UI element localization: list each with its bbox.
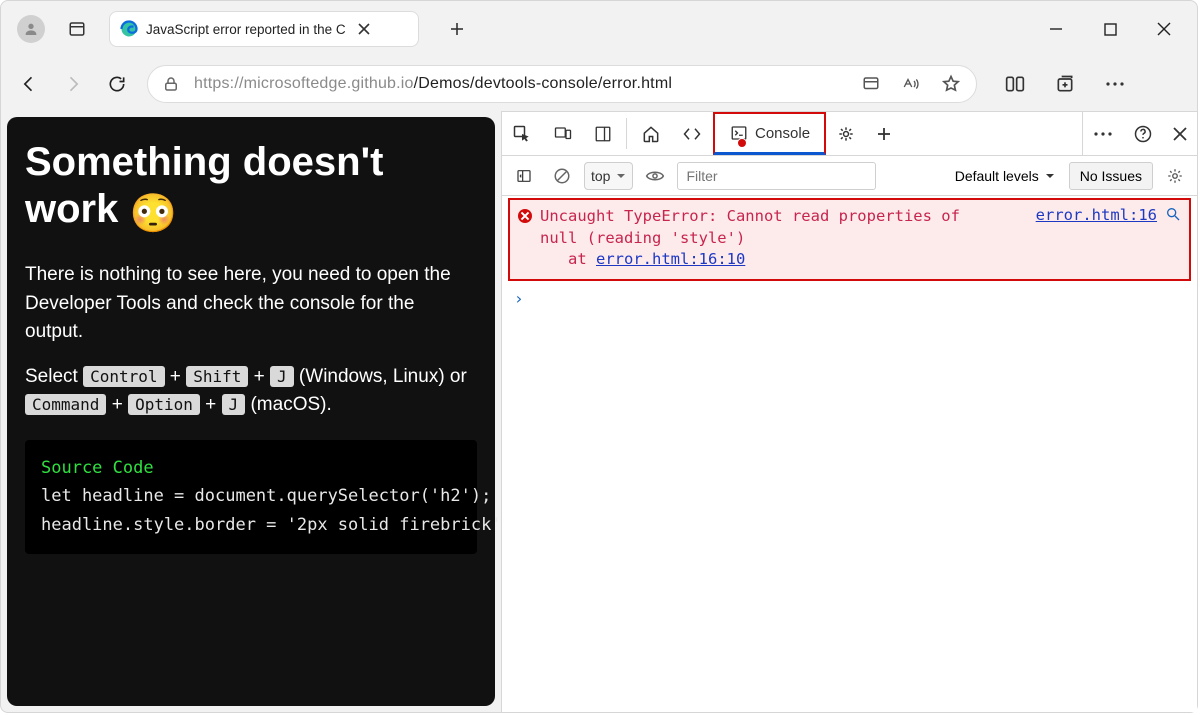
- devtools-close-icon[interactable]: [1163, 127, 1197, 141]
- browser-window: JavaScript error reported in the C https…: [0, 0, 1198, 713]
- kbd-command: Command: [25, 394, 106, 415]
- error-icon: [518, 209, 532, 223]
- clear-console-icon[interactable]: [546, 162, 578, 190]
- sources-tab-icon[interactable]: [826, 112, 866, 155]
- devtools-tabbar: Console: [502, 112, 1197, 156]
- welcome-tab-icon[interactable]: [631, 112, 671, 155]
- tab-actions-icon[interactable]: [55, 7, 99, 51]
- window-controls: [1029, 7, 1191, 51]
- edge-browser-icon: [120, 20, 138, 38]
- console-error-entry[interactable]: Uncaught TypeError: Cannot read properti…: [508, 198, 1191, 281]
- forward-button: [51, 62, 95, 106]
- filter-input[interactable]: [677, 162, 876, 190]
- kbd-j-2: J: [222, 394, 246, 415]
- minimize-button[interactable]: [1029, 7, 1083, 51]
- console-output: Uncaught TypeError: Cannot read properti…: [502, 196, 1197, 712]
- devtools-menu-icon[interactable]: [1083, 131, 1123, 137]
- browser-tab[interactable]: JavaScript error reported in the C: [109, 11, 419, 47]
- console-error-badge: [737, 138, 747, 148]
- source-code-header: Source Code: [41, 454, 461, 483]
- chevron-down-icon: [616, 171, 626, 181]
- favorite-icon[interactable]: [940, 73, 962, 95]
- log-levels-select[interactable]: Default levels: [947, 168, 1063, 184]
- new-tab-button[interactable]: [439, 11, 475, 47]
- error-message: Uncaught TypeError: Cannot read properti…: [540, 206, 1028, 271]
- navbar: https://microsoftedge.github.io/Demos/de…: [1, 57, 1197, 111]
- url-text: https://microsoftedge.github.io/Demos/de…: [194, 75, 672, 93]
- refresh-button[interactable]: [95, 62, 139, 106]
- dock-side-icon[interactable]: [584, 112, 622, 155]
- search-icon[interactable]: [1165, 206, 1181, 222]
- page-card: Something doesn't work 😳 There is nothin…: [7, 117, 495, 706]
- console-prompt[interactable]: ›: [502, 281, 1197, 316]
- kbd-option: Option: [128, 394, 200, 415]
- issues-button[interactable]: No Issues: [1069, 162, 1153, 190]
- back-button[interactable]: [7, 62, 51, 106]
- page-paragraph-2: Select Control + Shift + J (Windows, Lin…: [25, 363, 477, 420]
- toggle-sidebar-icon[interactable]: [508, 162, 540, 190]
- webpage: Something doesn't work 😳 There is nothin…: [1, 111, 501, 712]
- page-paragraph-1: There is nothing to see here, you need t…: [25, 261, 477, 347]
- devtools-panel: Console top: [501, 111, 1197, 712]
- source-code-line: headline.style.border = '2px solid fireb…: [41, 511, 461, 540]
- emoji-flushed: 😳: [129, 193, 176, 235]
- tab-title: JavaScript error reported in the C: [146, 22, 346, 37]
- window-close-button[interactable]: [1137, 7, 1191, 51]
- collections-icon[interactable]: [1043, 62, 1087, 106]
- profile-avatar[interactable]: [17, 15, 45, 43]
- console-settings-icon[interactable]: [1159, 162, 1191, 190]
- kbd-shift: Shift: [186, 366, 248, 387]
- address-bar[interactable]: https://microsoftedge.github.io/Demos/de…: [147, 65, 977, 103]
- live-expression-icon[interactable]: [639, 162, 671, 190]
- source-code-block: Source Code let headline = document.quer…: [25, 440, 477, 555]
- device-toggle-icon[interactable]: [542, 112, 584, 155]
- read-aloud-icon[interactable]: [900, 73, 922, 95]
- page-title: Something doesn't work 😳: [25, 139, 477, 237]
- lock-icon: [162, 75, 180, 93]
- help-icon[interactable]: [1123, 124, 1163, 144]
- log-levels-label: Default levels: [955, 168, 1039, 184]
- inspect-element-icon[interactable]: [502, 112, 542, 155]
- console-toolbar: top Default levels No Issues: [502, 156, 1197, 196]
- titlebar: JavaScript error reported in the C: [1, 1, 1197, 57]
- source-code-line: let headline = document.querySelector('h…: [41, 482, 461, 511]
- menu-button[interactable]: [1093, 62, 1137, 106]
- kbd-j: J: [270, 366, 294, 387]
- close-icon[interactable]: [356, 21, 372, 37]
- more-tabs-button[interactable]: [866, 112, 902, 155]
- error-source-link[interactable]: error.html:16: [1036, 206, 1157, 224]
- split-screen-icon[interactable]: [993, 62, 1037, 106]
- content-area: Something doesn't work 😳 There is nothin…: [1, 111, 1197, 712]
- tab-console-label: Console: [755, 125, 810, 142]
- tab-console[interactable]: Console: [713, 112, 826, 155]
- context-select[interactable]: top: [584, 162, 633, 190]
- stack-trace-link[interactable]: error.html:16:10: [596, 250, 745, 268]
- kbd-control: Control: [83, 366, 164, 387]
- app-mode-icon[interactable]: [860, 73, 882, 95]
- context-label: top: [591, 168, 610, 184]
- maximize-button[interactable]: [1083, 7, 1137, 51]
- chevron-down-icon: [1045, 171, 1055, 181]
- elements-tab-icon[interactable]: [671, 112, 713, 155]
